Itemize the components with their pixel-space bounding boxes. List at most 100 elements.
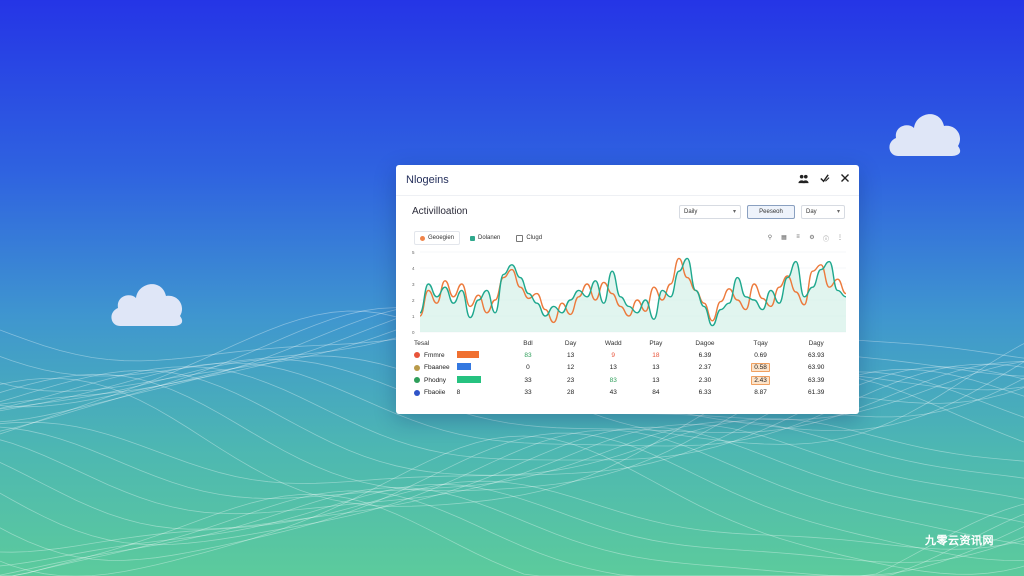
more-icon[interactable]: ⋮ [837, 234, 843, 243]
row-name: Fbaoiie [424, 389, 446, 397]
y-tick-label: 3 [412, 282, 415, 287]
range-select[interactable]: Day ▾ [801, 205, 845, 219]
filter-icon[interactable]: ⚲ [767, 234, 773, 243]
table-cell: 13 [635, 377, 678, 384]
chevron-down-icon: ▾ [836, 209, 840, 215]
table-row[interactable]: Fbaoiie 8 33 28 43 84 6.33 8.87 61.39 [412, 387, 844, 400]
period-dropdown-label: Daily [684, 209, 698, 215]
section-title: Activilloation [412, 206, 468, 217]
table-cell: 0.58 [733, 363, 789, 373]
row-name: Fmmre [424, 351, 445, 359]
cell-value: 43 [609, 389, 617, 397]
column-header[interactable]: Tesal [412, 340, 457, 347]
settings-icon[interactable]: ⚙ [809, 234, 815, 243]
legend-tab-series-1[interactable]: Geoegien [414, 231, 461, 245]
primary-button[interactable]: Peeseoh [747, 205, 795, 219]
table-cell: 33 [507, 377, 550, 384]
row-name-cell: Fbaoiie [412, 389, 457, 396]
progress-cell [456, 350, 507, 360]
legend-dot [470, 235, 476, 241]
wave-line [0, 487, 1024, 576]
column-header[interactable]: Dagy [788, 340, 844, 347]
legend-tab-series-2[interactable]: Dolanen [464, 231, 506, 245]
info-icon[interactable]: ⓘ [823, 234, 829, 243]
cell-value: 2.37 [698, 364, 712, 372]
legend-tab-series-3[interactable]: Clugd [510, 231, 548, 245]
column-header[interactable]: Dagoe [677, 340, 733, 347]
table-row[interactable]: Fmmre 83 13 9 18 6.39 0.69 63.93 [412, 349, 844, 362]
table-cell: 6.33 [677, 389, 733, 396]
progress-cell: 8 [457, 389, 507, 396]
table-row[interactable]: Fbaanee 0 12 13 13 2.37 0.58 63.90 [412, 362, 844, 375]
cell-value: 13 [609, 364, 617, 372]
table-cell: 9 [592, 352, 635, 359]
check-shield-icon[interactable] [818, 173, 830, 185]
legend-label: Clugd [526, 235, 543, 241]
y-tick-label: 1 [412, 314, 415, 319]
status-dot [414, 364, 420, 371]
table-cell: 8.87 [733, 389, 789, 396]
y-tick-label: 4 [412, 266, 415, 271]
status-dot [414, 352, 420, 359]
cell-value: 2.30 [698, 376, 712, 384]
app-window: Nlogeins Activilloation Daily ▾ Peeseoh … [396, 165, 859, 414]
chart-toolbar: ⚲ ▦ ≡ ⚙ ⓘ ⋮ [767, 234, 843, 243]
period-dropdown[interactable]: Daily ▾ [679, 205, 741, 219]
chevron-down-icon: ▾ [732, 209, 736, 215]
toolbar-controls: Daily ▾ Peeseoh Day ▾ [679, 205, 845, 219]
grid-icon[interactable]: ▦ [781, 234, 787, 243]
progress-cell [456, 375, 507, 385]
people-icon[interactable] [797, 173, 809, 185]
wave-line [0, 423, 1024, 515]
cell-value: 6.39 [698, 351, 712, 359]
cell-value: 9 [611, 351, 616, 359]
cell-value: 84 [652, 389, 660, 397]
app-title: Nlogeins [406, 174, 449, 186]
table-cell: 63.93 [788, 352, 844, 359]
column-header[interactable]: Bdl [507, 340, 550, 347]
table-cell: 43 [592, 389, 635, 396]
wave-line [0, 421, 1024, 499]
range-select-label: Day [806, 209, 817, 215]
cell-value: 0.69 [754, 351, 767, 359]
legend-label: Geoegien [428, 235, 455, 241]
cell-value: 63.90 [808, 364, 825, 372]
cell-value: 13 [566, 351, 575, 359]
row-name-cell: Fbaanee [412, 364, 457, 371]
column-header[interactable]: Ptay [635, 340, 678, 347]
table-cell: 84 [635, 389, 678, 396]
table-cell: 2.37 [677, 364, 733, 371]
primary-button-label: Peeseoh [759, 209, 783, 215]
line-chart: 5 4 3 2 1 0 [412, 250, 847, 335]
wave-line [0, 426, 1024, 530]
table-cell: 13 [635, 364, 678, 371]
cell-value: 18 [652, 351, 660, 359]
row-name-cell: Phodny [412, 377, 457, 384]
cell-value: 13 [652, 364, 660, 372]
status-dot [414, 389, 420, 396]
cell-value: 61.39 [808, 389, 825, 397]
cell-value: 2.43 [751, 375, 770, 385]
table-cell: 13 [592, 364, 635, 371]
cell-value: 12 [566, 364, 575, 372]
table-cell: 18 [635, 352, 678, 359]
column-header[interactable]: Tqay [733, 340, 789, 347]
list-icon[interactable]: ≡ [795, 234, 801, 243]
cell-value: 33 [524, 376, 532, 384]
table-cell: 0 [507, 364, 550, 371]
table-cell: 63.90 [788, 364, 844, 371]
table-cell: 2.30 [677, 377, 733, 384]
table-row[interactable]: Phodny 33 23 83 13 2.30 2.43 63.39 [412, 374, 844, 387]
cell-value: 0 [526, 364, 530, 372]
cloud-left-icon [111, 284, 183, 326]
cell-value: 33 [524, 389, 532, 397]
legend-label: Dolanen [478, 235, 501, 241]
wave-line [0, 435, 1024, 576]
close-icon[interactable] [839, 173, 851, 185]
column-header[interactable]: Day [549, 340, 592, 347]
column-header[interactable]: Wadd [592, 340, 635, 347]
legend-tabs: Geoegien Dolanen Clugd [414, 231, 548, 245]
table-cell: 0.69 [733, 352, 789, 359]
cell-value: 0.58 [751, 363, 770, 373]
table-cell: 2.43 [733, 375, 789, 385]
